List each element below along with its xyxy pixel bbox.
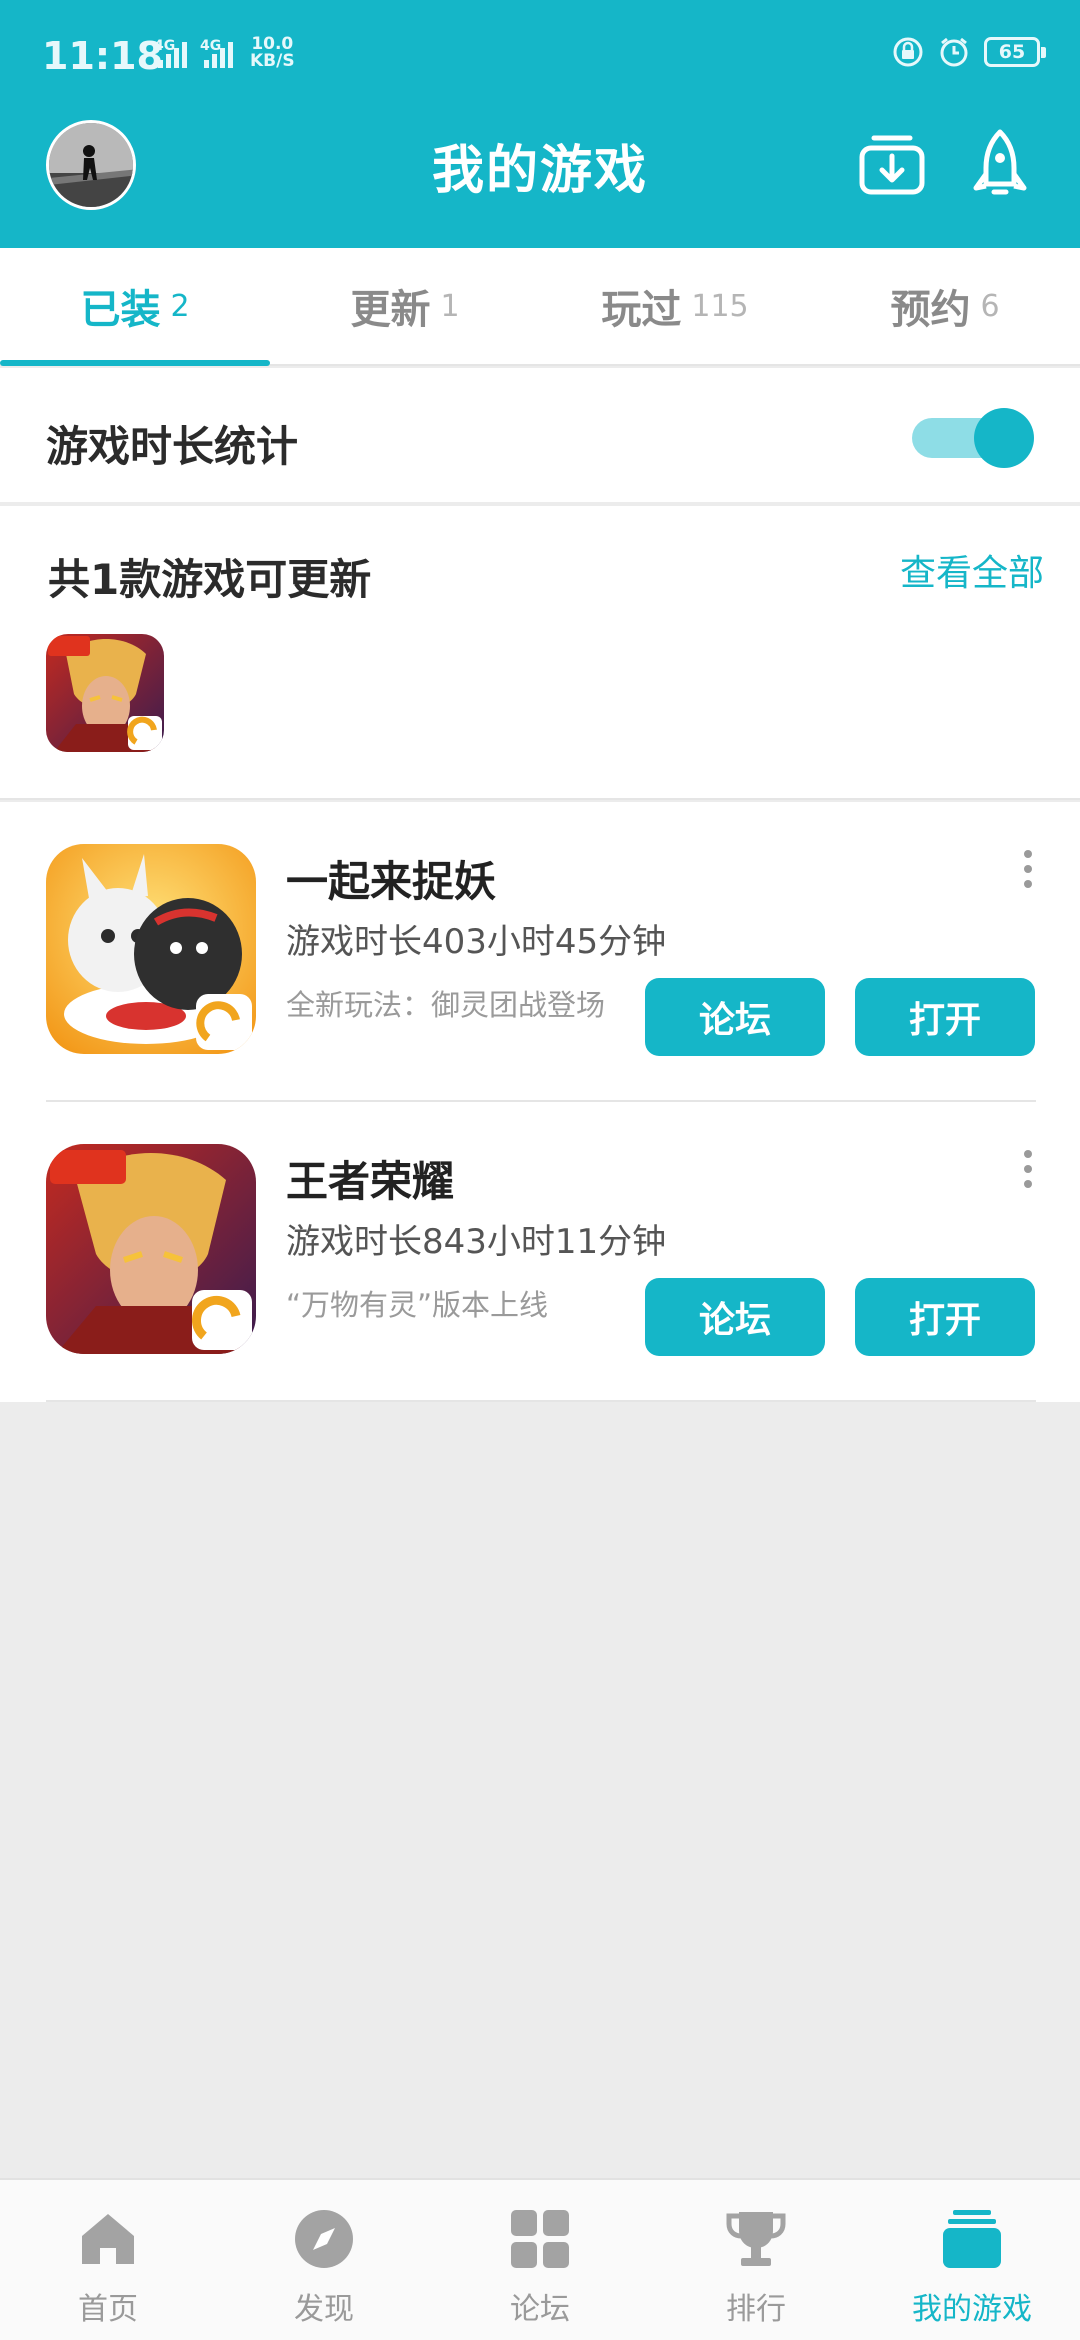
nav-ranking[interactable]: 排行 xyxy=(648,2180,864,2340)
installed-games-list: 一起来捉妖 游戏时长403小时45分钟 全新玩法：御灵团战登场 论坛 打开 王者… xyxy=(0,802,1080,1402)
game-description: 全新玩法：御灵团战登场 xyxy=(286,988,606,1022)
list-item: 一起来捉妖 游戏时长403小时45分钟 全新玩法：御灵团战登场 论坛 打开 xyxy=(46,802,1036,1102)
game-icon-honor-of-kings xyxy=(46,634,164,752)
compass-icon xyxy=(295,2210,353,2268)
game-name: 一起来捉妖 xyxy=(286,857,497,906)
nav-my-games[interactable]: 我的游戏 xyxy=(864,2180,1080,2340)
grid-icon xyxy=(511,2210,569,2268)
game-name: 王者荣耀 xyxy=(286,1157,455,1206)
nav-home[interactable]: 首页 xyxy=(0,2180,216,2340)
toggle-knob xyxy=(974,408,1034,468)
game-playtime: 游戏时长843小时11分钟 xyxy=(286,1222,667,1262)
open-button[interactable]: 打开 xyxy=(855,978,1035,1056)
playtime-stats-label: 游戏时长统计 xyxy=(46,422,299,471)
network-speed: 10.0 KB/S xyxy=(250,34,295,71)
app-bar: 我的游戏 xyxy=(0,110,1080,248)
signal-icon xyxy=(158,42,187,68)
updates-title: 共1款游戏可更新 xyxy=(48,555,372,604)
tab-bar: 已装 2 更新 1 玩过 115 预约 6 xyxy=(0,248,1080,366)
forum-button[interactable]: 论坛 xyxy=(645,1278,825,1356)
game-icon[interactable] xyxy=(46,844,256,1054)
bottom-navigation: 首页 发现 论坛 排行 我的游戏 xyxy=(0,2178,1080,2340)
rocket-icon[interactable] xyxy=(964,128,1036,200)
tab-updates[interactable]: 更新 1 xyxy=(270,248,540,364)
stack-icon xyxy=(943,2210,1001,2268)
playtime-stats-row: 游戏时长统计 xyxy=(0,368,1080,504)
status-time: 11:18 xyxy=(42,34,163,78)
more-options-icon[interactable] xyxy=(1018,1150,1038,1194)
tab-reserved[interactable]: 预约 6 xyxy=(810,248,1080,364)
game-icon-yiqilaizhuoyao xyxy=(46,844,256,1054)
game-icon-honor-of-kings xyxy=(46,1144,256,1354)
view-all-link[interactable]: 查看全部 xyxy=(900,544,1044,596)
status-bar: 11:18 4G 4G 10.0 KB/S 65 xyxy=(0,0,1080,110)
game-playtime: 游戏时长403小时45分钟 xyxy=(286,922,667,962)
forum-button[interactable]: 论坛 xyxy=(645,978,825,1056)
alarm-icon xyxy=(940,37,968,67)
battery-icon: 65 xyxy=(984,37,1046,67)
list-item: 王者荣耀 游戏时长843小时11分钟 “万物有灵”版本上线 论坛 打开 xyxy=(46,1102,1036,1402)
signal-icon xyxy=(204,42,233,68)
nav-forum[interactable]: 论坛 xyxy=(432,2180,648,2340)
more-options-icon[interactable] xyxy=(1018,850,1038,894)
update-game-icon[interactable] xyxy=(46,634,164,752)
lock-rotation-icon xyxy=(893,37,923,67)
updates-section: 共1款游戏可更新 查看全部 xyxy=(0,506,1080,800)
nav-discover[interactable]: 发现 xyxy=(216,2180,432,2340)
tab-played[interactable]: 玩过 115 xyxy=(540,248,810,364)
open-button[interactable]: 打开 xyxy=(855,1278,1035,1356)
game-description: “万物有灵”版本上线 xyxy=(286,1288,549,1322)
download-box-icon[interactable] xyxy=(856,128,928,200)
home-icon xyxy=(82,2214,134,2264)
tab-installed[interactable]: 已装 2 xyxy=(0,248,270,366)
game-icon[interactable] xyxy=(46,1144,256,1354)
playtime-stats-toggle[interactable] xyxy=(912,408,1034,468)
trophy-icon xyxy=(726,2212,786,2266)
